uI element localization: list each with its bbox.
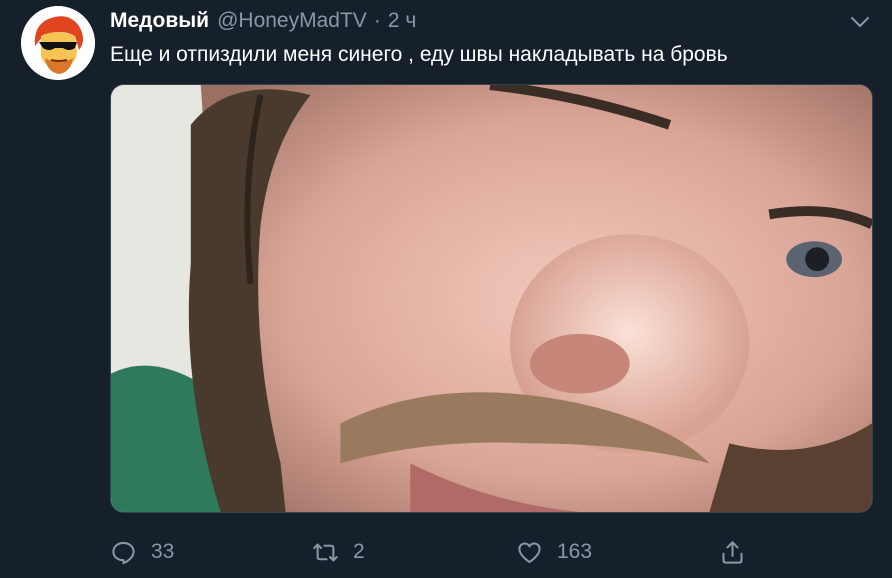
tweet-header: Медовый @HoneyMadTV · 2 ч [110,9,416,35]
heart-icon [516,539,543,566]
action-bar: 33 2 163 [0,532,892,572]
reply-count: 33 [151,540,175,563]
tweet-text: Еще и отпиздили меня синего , еду швы на… [110,43,728,66]
tweet-card[interactable]: Медовый @HoneyMadTV · 2 ч Еще и отпиздил… [0,0,892,578]
separator-dot: · [373,9,381,32]
retweet-button[interactable]: 2 [312,532,365,572]
avatar-illustration [21,6,95,80]
photo-image [111,85,872,512]
reply-icon [110,539,137,566]
share-icon [719,539,746,566]
chevron-down-icon[interactable] [848,12,872,32]
like-count: 163 [557,540,593,563]
reply-button[interactable]: 33 [110,532,174,572]
share-button[interactable] [719,532,746,572]
avatar[interactable] [21,6,95,80]
tweet-photo[interactable] [110,84,873,513]
display-name[interactable]: Медовый [110,9,209,33]
like-button[interactable]: 163 [516,532,592,572]
timestamp[interactable]: 2 ч [388,9,416,33]
user-handle[interactable]: @HoneyMadTV [217,9,367,33]
retweet-count: 2 [353,540,365,563]
retweet-icon [312,539,339,566]
